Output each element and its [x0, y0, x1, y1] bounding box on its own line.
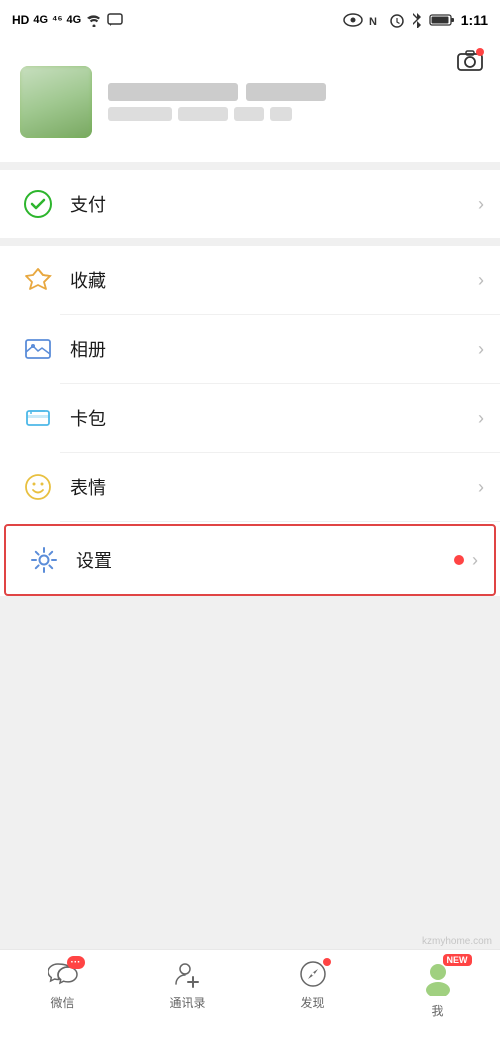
album-icon	[20, 331, 56, 367]
status-carrier: HD 4G ⁴⁶ 4G	[12, 13, 123, 27]
discover-badge-dot	[323, 958, 331, 966]
battery-icon	[429, 13, 455, 27]
menu-item-favorites[interactable]: 收藏 ›	[0, 246, 500, 314]
settings-icon	[26, 542, 62, 578]
camera-button[interactable]	[456, 48, 484, 78]
emoji-icon	[20, 469, 56, 505]
message-icon	[107, 13, 123, 27]
svg-text:N: N	[369, 16, 377, 27]
emoji-label: 表情	[70, 474, 478, 500]
profile-name2	[246, 83, 326, 101]
profile-sub4	[270, 107, 292, 121]
status-right: N 1:11	[343, 12, 488, 28]
divider-emoji	[60, 521, 500, 522]
tab-item-contacts[interactable]: 通讯录	[125, 958, 250, 1011]
pay-icon	[20, 186, 56, 222]
discover-tab-label: 发现	[300, 994, 324, 1011]
settings-notification-dot	[454, 555, 464, 565]
menu-item-settings[interactable]: 设置 ›	[4, 524, 496, 596]
section-divider-2	[0, 238, 500, 246]
emoji-chevron: ›	[478, 477, 484, 498]
camera-red-dot	[476, 48, 484, 56]
album-chevron: ›	[478, 339, 484, 360]
card-icon	[20, 400, 56, 436]
tab-bar: ··· 微信 通讯录 发现	[0, 949, 500, 1039]
profile-section	[0, 50, 500, 148]
discover-icon	[297, 958, 329, 990]
watermark: kzmyhome.com	[422, 936, 492, 947]
profile-sub2	[178, 107, 228, 121]
tab-item-me[interactable]: NEW 我	[375, 958, 500, 1019]
wechat-badge: ···	[67, 956, 85, 969]
menu-item-album[interactable]: 相册 ›	[0, 315, 500, 383]
profile-sub1	[108, 107, 172, 121]
status-bar: HD 4G ⁴⁶ 4G N 1:11	[0, 0, 500, 40]
me-new-badge: NEW	[443, 954, 472, 966]
card-chevron: ›	[478, 408, 484, 429]
wechat-tab-label: 微信	[50, 994, 74, 1011]
section-divider-3	[0, 598, 500, 658]
time-display: 1:11	[461, 12, 488, 28]
section-divider-1	[0, 162, 500, 170]
menu-item-pay[interactable]: 支付 ›	[0, 170, 500, 238]
contacts-icon	[172, 958, 204, 990]
settings-chevron: ›	[472, 550, 478, 571]
menu-section-pay: 支付 ›	[0, 170, 500, 238]
favorites-chevron: ›	[478, 270, 484, 291]
wifi-icon	[85, 13, 103, 27]
pay-label: 支付	[70, 191, 478, 217]
menu-section-main: 收藏 › 相册 › 卡包 ›	[0, 246, 500, 596]
eye-icon	[343, 13, 363, 27]
profile-sub3	[234, 107, 264, 121]
bluetooth-icon	[411, 12, 423, 28]
profile-name	[108, 83, 238, 101]
profile-name-row	[108, 83, 480, 101]
tab-item-discover[interactable]: 发现	[250, 958, 375, 1011]
settings-label: 设置	[76, 547, 454, 573]
header-area	[0, 40, 500, 162]
profile-sub-row	[108, 107, 480, 121]
album-label: 相册	[70, 336, 478, 362]
contacts-tab-label: 通讯录	[169, 994, 205, 1011]
card-label: 卡包	[70, 405, 478, 431]
alarm-icon	[389, 12, 405, 28]
me-tab-label: 我	[431, 1002, 443, 1019]
me-icon: NEW	[418, 958, 458, 998]
wechat-icon: ···	[47, 958, 79, 990]
favorites-icon	[20, 262, 56, 298]
profile-info	[108, 83, 480, 121]
nfc-icon: N	[369, 13, 383, 27]
favorites-label: 收藏	[70, 267, 478, 293]
avatar[interactable]	[20, 66, 92, 138]
pay-chevron: ›	[478, 194, 484, 215]
menu-item-emoji[interactable]: 表情 ›	[0, 453, 500, 521]
menu-item-card[interactable]: 卡包 ›	[0, 384, 500, 452]
tab-item-wechat[interactable]: ··· 微信	[0, 958, 125, 1011]
